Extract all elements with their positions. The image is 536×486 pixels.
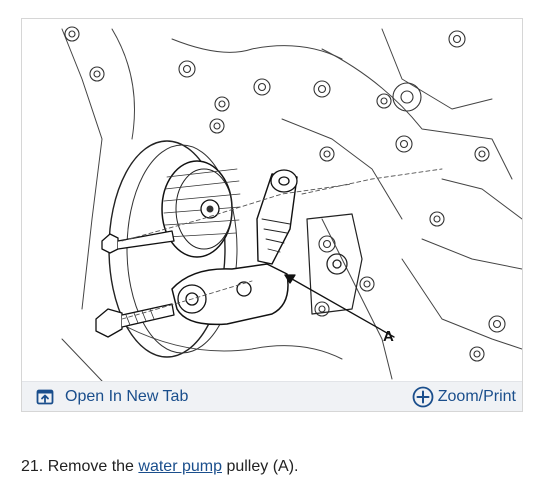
zoom-plus-circle-icon [412, 386, 434, 408]
callout-label-a: A [383, 328, 394, 345]
open-in-new-tab-label: Open In New Tab [65, 388, 189, 405]
step-text-prefix: 21. Remove the [21, 458, 139, 475]
zoom-print-button[interactable]: Zoom/Print [412, 385, 516, 409]
step-text-suffix: pulley (A). [222, 458, 299, 475]
engine-diagram[interactable]: A [22, 19, 522, 381]
figure-container: A Open In New Tab Zoom/Print [21, 18, 523, 412]
instruction-step: 21. Remove the water pump pulley (A). [21, 457, 298, 477]
figure-toolbar: Open In New Tab Zoom/Print [22, 381, 522, 411]
open-in-new-tab-button[interactable]: Open In New Tab [36, 387, 188, 407]
open-in-new-tab-icon [36, 388, 54, 406]
water-pump-link[interactable]: water pump [138, 458, 222, 475]
water-pump-pulley-illustration: A [61, 26, 522, 381]
zoom-print-label: Zoom/Print [437, 388, 516, 405]
